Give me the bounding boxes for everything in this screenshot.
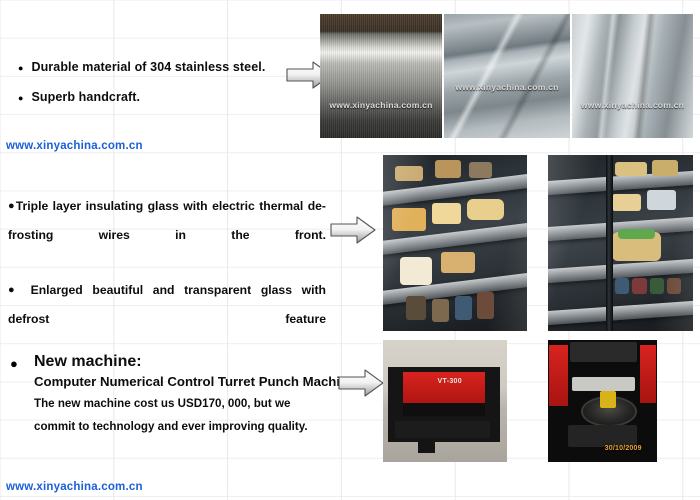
display-case-graphic (548, 155, 693, 331)
machine-model-label: VT-300 (437, 377, 462, 385)
photo-date-stamp: 30/10/2009 (604, 444, 642, 452)
steel-surface-graphic (572, 14, 693, 138)
feature-paragraph-2-text: Enlarged beautiful and transparent glass… (8, 283, 327, 326)
photo-bakery-display-case-right (548, 155, 693, 331)
new-machine-block: ● New machine: Computer Numerical Contro… (8, 352, 356, 438)
feature-paragraph-1: ●Triple layer insulating glass with elec… (8, 192, 326, 277)
arrow-right-icon-3 (338, 369, 384, 397)
feature-paragraph-2: ● Enlarged beautiful and transparent gla… (8, 276, 326, 361)
website-link-top[interactable]: www.xinyachina.com.cn (6, 140, 143, 152)
new-machine-note: The new machine cost us USD170, 000, but… (34, 397, 308, 433)
feature-bullet-1-text: Durable material of 304 stainless steel. (31, 60, 266, 74)
bullet-dot-icon: ● (10, 356, 18, 371)
case-door-mullion (606, 155, 613, 331)
feature-paragraph-1-text: Triple layer insulating glass with elect… (8, 199, 326, 242)
new-machine-subtitle: Computer Numerical Control Turret Punch … (34, 374, 356, 389)
feature-bullet-2-text: Superb handcraft. (31, 90, 141, 104)
photo-stainless-steel-corner-brushed: www.xinyachina.com.cn (320, 14, 442, 138)
steel-surface-graphic (444, 14, 570, 138)
arrow-right-icon-2 (330, 216, 376, 244)
new-machine-body: New machine: Computer Numerical Control … (34, 352, 356, 438)
bullet-dot-icon: ● (8, 200, 16, 212)
feature-bullet-1: ● Durable material of 304 stainless stee… (18, 60, 265, 74)
machine-turret-graphic: 30/10/2009 (548, 340, 657, 462)
machine-graphic: VT-300 (383, 340, 507, 462)
feature-bullet-2: ● Superb handcraft. (18, 90, 140, 104)
new-machine-title: New machine: (34, 353, 142, 370)
bullet-dot-icon: ● (18, 93, 24, 103)
steel-surface-graphic (320, 14, 442, 138)
photo-stainless-steel-cabinet-edge: www.xinyachina.com.cn (444, 14, 570, 138)
photo-bakery-display-case-left (383, 155, 527, 331)
display-case-graphic (383, 155, 527, 331)
slide-canvas: ● Durable material of 304 stainless stee… (0, 0, 700, 500)
photo-stainless-steel-rounded-corner: www.xinyachina.com.cn (572, 14, 693, 138)
photo-cnc-punch-machine-exterior: VT-300 (383, 340, 507, 462)
bullet-dot-icon: ● (18, 63, 24, 73)
photo-cnc-punch-machine-turret: 30/10/2009 (548, 340, 657, 462)
bullet-dot-icon: ● (8, 284, 21, 296)
website-link-bottom[interactable]: www.xinyachina.com.cn (6, 481, 143, 493)
